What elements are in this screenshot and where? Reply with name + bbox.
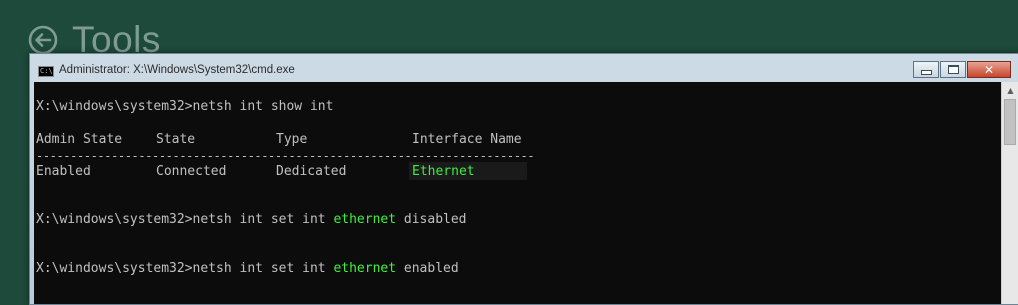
window-controls: ✕ bbox=[913, 61, 1011, 78]
console-line-cmd1: X:\windows\system32>netsh int show int bbox=[36, 99, 333, 115]
command-text: netsh int show int bbox=[192, 99, 334, 114]
command-text: netsh int set int bbox=[192, 261, 334, 276]
minimize-button[interactable] bbox=[913, 61, 939, 78]
command-text-end: enabled bbox=[396, 261, 459, 276]
console-line-cmd3: X:\windows\system32>netsh int set int et… bbox=[36, 261, 459, 277]
table-cell-type: Dedicated bbox=[276, 164, 347, 179]
prompt: X:\windows\system32> bbox=[36, 99, 193, 114]
highlighted-word: ethernet bbox=[333, 212, 397, 227]
minimize-icon bbox=[920, 69, 932, 75]
back-arrow-circle-icon[interactable] bbox=[28, 25, 58, 55]
window-title: Administrator: X:\Windows\System32\cmd.e… bbox=[59, 64, 295, 76]
table-header-type: Type bbox=[276, 132, 308, 147]
table-separator: ----------------------------------------… bbox=[36, 149, 535, 163]
prompt: X:\windows\system32> bbox=[36, 212, 193, 227]
command-prompt-icon[interactable]: C:\ bbox=[38, 66, 54, 77]
table-cell-interface-name: Ethernet bbox=[412, 164, 475, 179]
cmd-window[interactable]: C:\ Administrator: X:\Windows\System32\c… bbox=[29, 53, 1018, 305]
maximize-icon bbox=[947, 65, 959, 74]
table-header-interface-name: Interface Name bbox=[412, 132, 522, 147]
command-text-end: disabled bbox=[396, 212, 467, 227]
scroll-up-arrow-icon[interactable]: ▲ bbox=[1002, 82, 1018, 99]
console-output[interactable]: X:\windows\system32>netsh int show int A… bbox=[34, 82, 1018, 304]
vertical-scrollbar[interactable]: ▲ bbox=[1001, 82, 1018, 304]
close-button[interactable]: ✕ bbox=[967, 61, 1011, 78]
close-icon: ✕ bbox=[983, 62, 995, 77]
console-line-cmd2: X:\windows\system32>netsh int set int et… bbox=[36, 212, 467, 228]
table-cell-admin-state: Enabled bbox=[36, 164, 91, 179]
scroll-thumb[interactable] bbox=[1004, 99, 1016, 145]
window-titlebar[interactable]: C:\ Administrator: X:\Windows\System32\c… bbox=[30, 54, 1018, 81]
command-text: netsh int set int bbox=[192, 212, 334, 227]
maximize-button[interactable] bbox=[940, 61, 966, 78]
prompt: X:\windows\system32> bbox=[36, 261, 193, 276]
table-header-admin-state: Admin State bbox=[36, 132, 123, 147]
table-cell-state: Connected bbox=[156, 164, 227, 179]
table-header-state: State bbox=[156, 132, 196, 147]
highlighted-word: ethernet bbox=[333, 261, 397, 276]
